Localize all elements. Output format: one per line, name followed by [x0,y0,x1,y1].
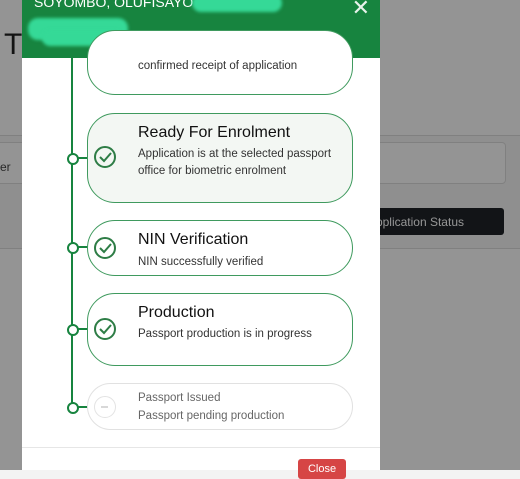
step-received: confirmed receipt of application [87,30,353,95]
status-modal: SOYOMBO, OLUFISAYO I ✕ confirmed receipt… [22,0,380,470]
close-button[interactable]: Close [298,459,346,479]
step-description: Passport production is in progress [138,328,312,340]
pending-icon [94,396,116,418]
close-icon[interactable]: ✕ [352,0,370,19]
step-description: confirmed receipt of application [138,60,298,72]
timeline-line [71,58,73,408]
step-title: NIN Verification [138,231,249,248]
step-passport-issued: Passport Issued Passport pending product… [87,383,353,430]
step-nin-verification: NIN Verification NIN successfully verifi… [87,220,353,276]
check-icon [94,318,116,340]
step-description: Application is at the selected passport … [138,148,332,177]
step-title: Passport Issued [138,392,221,404]
step-title: Production [138,304,215,321]
step-description: NIN successfully verified [138,256,264,268]
timeline-node [67,153,79,165]
check-icon [94,237,116,259]
step-description: Passport pending production [138,410,285,422]
applicant-name: SOYOMBO, OLUFISAYO I [34,0,201,10]
timeline-node [67,324,79,336]
timeline-node [67,402,79,414]
step-production: Production Passport production is in pro… [87,293,353,366]
step-title: Ready For Enrolment [138,124,291,141]
redaction-mark [192,0,282,12]
timeline-node [67,242,79,254]
check-icon [94,146,116,168]
step-ready-for-enrolment: Ready For Enrolment Application is at th… [87,113,353,203]
